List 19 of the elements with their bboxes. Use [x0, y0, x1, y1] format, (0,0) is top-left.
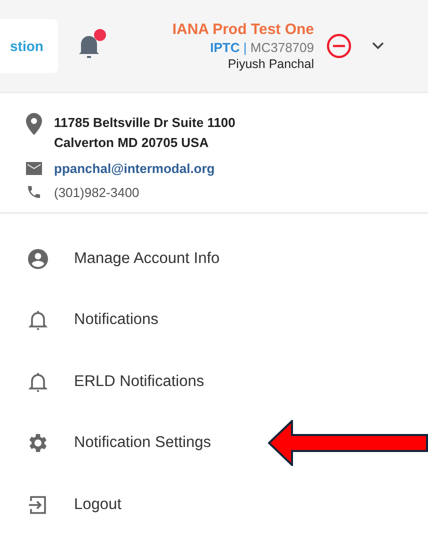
menu-item[interactable]: Notifications: [74, 311, 158, 330]
account-icon: [26, 246, 50, 271]
menu-item[interactable]: ERLD Notifications: [74, 372, 204, 391]
email-link[interactable]: ppanchal@intermodal.org: [54, 161, 215, 176]
location-pin-icon: [26, 113, 42, 135]
address-text: 11785 Beltsville Dr Suite 1100 Calverton MD 20705 USA: [54, 114, 236, 152]
remove-icon[interactable]: [326, 33, 352, 59]
mail-icon: [26, 162, 42, 175]
menu-item[interactable]: Logout: [74, 496, 122, 514]
chevron-down-icon[interactable]: [372, 42, 384, 50]
phone-icon: [26, 184, 42, 200]
account-code: IPTC | MC378709: [210, 40, 314, 55]
user-name: Piyush Panchal: [228, 57, 314, 71]
bell-icon[interactable]: [78, 33, 100, 59]
menu-item[interactable]: Notification Settings: [74, 434, 211, 452]
menu-item[interactable]: Manage Account Info: [74, 250, 220, 268]
organization-name: IANA Prod Test One: [172, 21, 314, 38]
phone-number: (301)982-3400: [54, 184, 140, 200]
bell-icon: [26, 308, 50, 332]
